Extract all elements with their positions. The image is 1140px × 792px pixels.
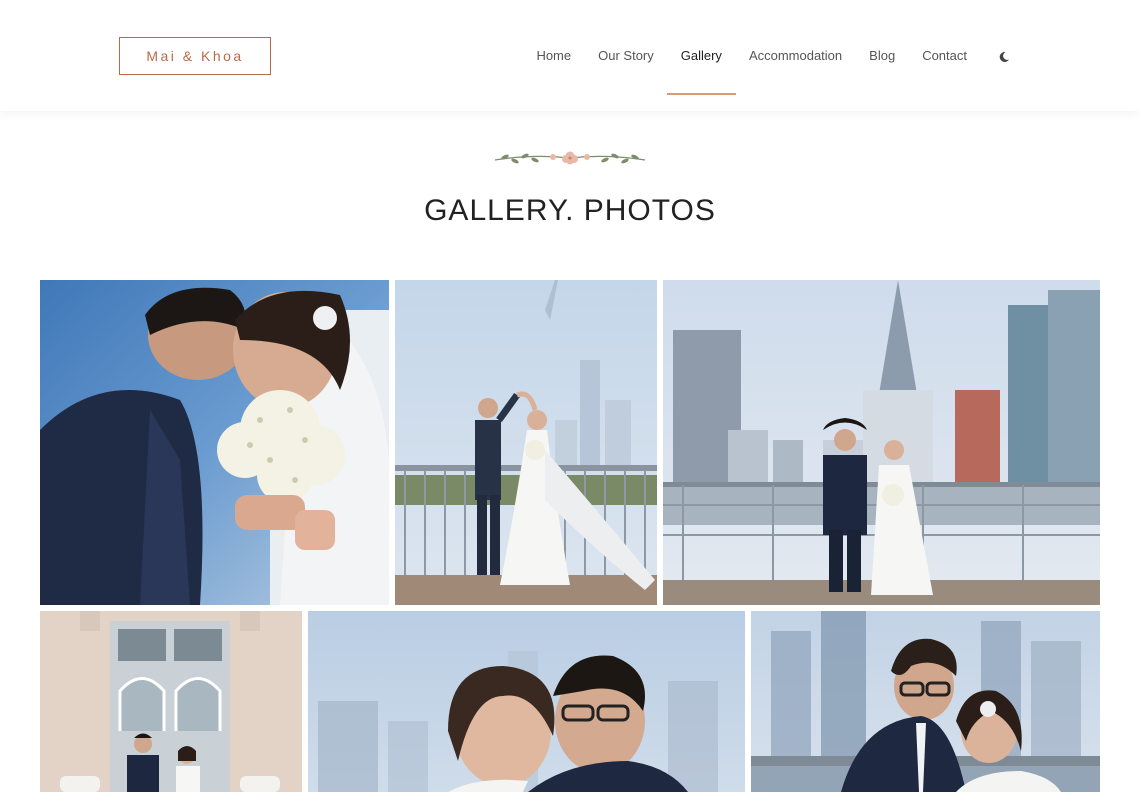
photo-couple-portrait-closeup[interactable] <box>308 611 745 792</box>
photo-couple-skyline-closeup[interactable] <box>751 611 1100 792</box>
nav-gallery[interactable]: Gallery <box>666 0 737 111</box>
floral-divider-icon <box>493 146 647 170</box>
nav-our-story[interactable]: Our Story <box>598 0 654 111</box>
photo-couple-kiss-bouquet[interactable] <box>40 280 389 605</box>
moon-icon[interactable] <box>998 50 1010 62</box>
main-nav: Home Our Story Gallery Accommodation Blo… <box>509 0 1010 111</box>
site-header: Mai & Khoa Home Our Story Gallery Accomm… <box>0 0 1140 111</box>
nav-accommodation[interactable]: Accommodation <box>749 0 842 111</box>
photo-couple-dancing-bridge[interactable] <box>395 280 657 605</box>
nav-home[interactable]: Home <box>536 0 571 111</box>
nav-contact[interactable]: Contact <box>922 0 967 111</box>
nav-blog[interactable]: Blog <box>869 0 895 111</box>
page-title: GALLERY. PHOTOS <box>424 194 716 227</box>
photo-couple-city-skyline[interactable] <box>663 280 1100 605</box>
logo[interactable]: Mai & Khoa <box>119 37 271 75</box>
photo-couple-doorway[interactable] <box>40 611 302 792</box>
